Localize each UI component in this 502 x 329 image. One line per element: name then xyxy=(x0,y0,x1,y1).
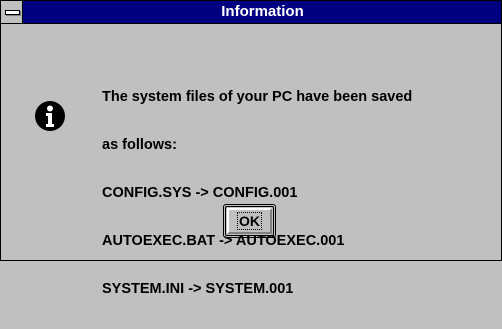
message-line: AUTOEXEC.BAT -> AUTOEXEC.001 xyxy=(102,233,345,249)
information-dialog: Information The system files of your PC … xyxy=(0,0,502,297)
system-menu-icon xyxy=(5,10,20,15)
ok-button[interactable]: OK xyxy=(225,206,274,236)
dialog-body: The system files of your PC have been sa… xyxy=(1,24,501,297)
system-menu-button[interactable] xyxy=(1,1,23,23)
ok-button-label: OK xyxy=(237,212,262,230)
information-icon xyxy=(35,101,65,131)
dialog-title: Information xyxy=(221,3,304,20)
message-line: SYSTEM.INI -> SYSTEM.001 xyxy=(102,281,294,297)
message-line: as follows: xyxy=(102,137,177,153)
message-line: CONFIG.SYS -> CONFIG.001 xyxy=(102,185,298,201)
title-bar[interactable]: Information xyxy=(1,1,501,24)
message-line: The system files of your PC have been sa… xyxy=(102,89,413,105)
message-text: The system files of your PC have been sa… xyxy=(102,57,492,329)
